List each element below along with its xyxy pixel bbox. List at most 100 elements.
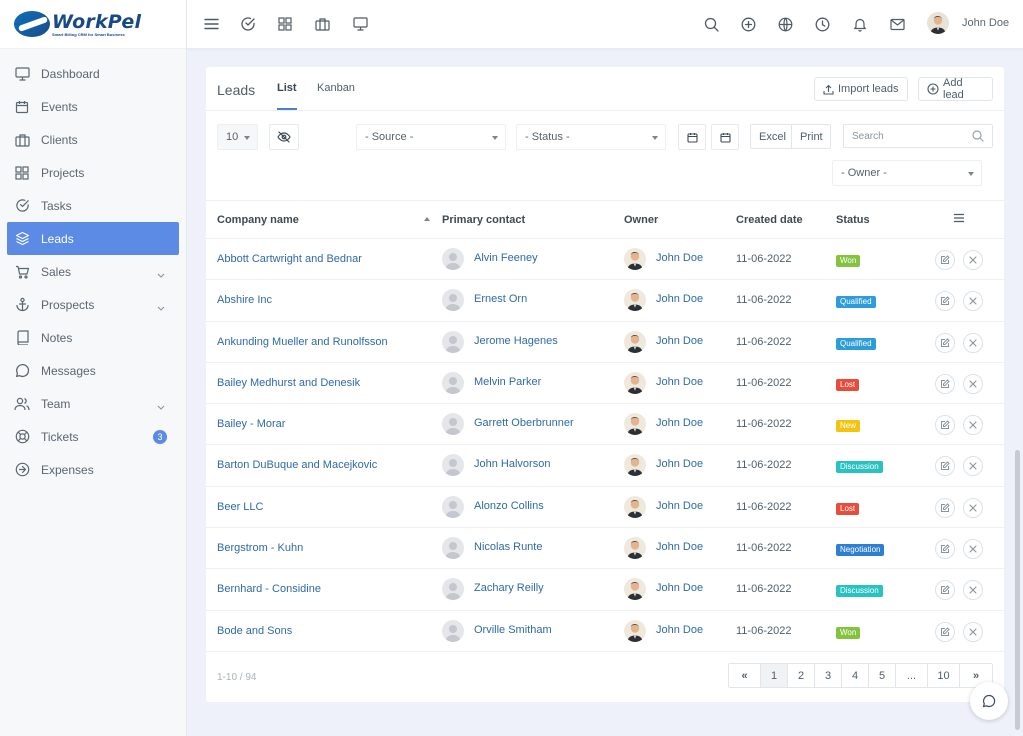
chat-button[interactable] [970,682,1008,720]
menu-toggle-icon[interactable] [202,15,220,33]
sidebar-item-tasks[interactable]: Tasks [7,189,179,222]
source-select[interactable]: - Source - [356,124,506,150]
primary-contact-link[interactable]: Garrett Oberbrunner [474,417,574,429]
edit-icon[interactable] [935,373,955,394]
company-name-link[interactable]: Abbott Cartwright and Bednar [217,253,362,265]
add-circle-icon[interactable] [739,15,757,33]
primary-contact-link[interactable]: Alonzo Collins [474,500,544,512]
excel-button[interactable]: Excel [750,124,792,149]
col-contact-header[interactable]: Primary contact [442,214,525,226]
edit-icon[interactable] [935,291,955,312]
company-name-link[interactable]: Bergstrom - Kuhn [217,542,303,554]
projects-grid-icon[interactable] [276,15,294,33]
sidebar-item-clients[interactable]: Clients [7,123,179,156]
search-input[interactable] [844,130,972,142]
column-options-icon[interactable] [953,213,965,226]
edit-icon[interactable] [935,580,955,601]
company-name-link[interactable]: Bailey - Morar [217,418,285,430]
owner-link[interactable]: John Doe [656,458,703,470]
owner-link[interactable]: John Doe [656,624,703,636]
edit-icon[interactable] [935,332,955,353]
primary-contact-link[interactable]: Jerome Hagenes [474,335,558,347]
page-scrollbar[interactable] [1015,450,1020,730]
delete-icon[interactable] [963,291,983,312]
owner-link[interactable]: John Doe [656,293,703,305]
start-date-picker[interactable] [678,124,706,150]
tasks-check-icon[interactable] [239,15,257,33]
primary-contact-link[interactable]: Zachary Reilly [474,582,544,594]
primary-contact-link[interactable]: Nicolas Runte [474,541,542,553]
company-name-link[interactable]: Barton DuBuque and Macejkovic [217,459,377,471]
bell-icon[interactable] [851,15,869,33]
edit-icon[interactable] [935,250,955,270]
owner-select[interactable]: - Owner - [832,160,982,186]
edit-icon[interactable] [935,621,955,642]
import-leads-button[interactable]: Import leads [814,77,908,101]
company-name-link[interactable]: Beer LLC [217,501,263,513]
delete-icon[interactable] [963,621,983,642]
page-size-select[interactable]: 10 [217,124,258,150]
sidebar-item-prospects[interactable]: Prospects [7,288,179,321]
page-5-button[interactable]: 5 [869,664,896,687]
company-name-link[interactable]: Bailey Medhurst and Denesik [217,377,360,389]
page-1-button[interactable]: 1 [761,664,788,687]
owner-link[interactable]: John Doe [656,335,703,347]
user-name[interactable]: John Doe [962,17,1009,29]
delete-icon[interactable] [963,580,983,601]
col-owner-header[interactable]: Owner [624,214,658,226]
delete-icon[interactable] [963,456,983,477]
search-icon[interactable] [702,15,720,33]
sidebar-item-tickets[interactable]: Tickets 3 [7,420,179,453]
edit-icon[interactable] [935,539,955,560]
page-2-button[interactable]: 2 [788,664,815,687]
edit-icon[interactable] [935,456,955,477]
delete-icon[interactable] [963,415,983,436]
company-name-link[interactable]: Ankunding Mueller and Runolfsson [217,336,388,348]
owner-link[interactable]: John Doe [656,541,703,553]
owner-link[interactable]: John Doe [656,417,703,429]
add-lead-button[interactable]: Add lead [918,77,993,101]
user-avatar[interactable] [927,12,949,34]
col-created-header[interactable]: Created date [736,214,803,226]
owner-link[interactable]: John Doe [656,582,703,594]
page-10-button[interactable]: 10 [928,664,960,687]
primary-contact-link[interactable]: Orville Smitham [474,624,552,636]
globe-icon[interactable] [776,15,794,33]
delete-icon[interactable] [963,539,983,560]
page-3-button[interactable]: 3 [815,664,842,687]
sidebar-item-projects[interactable]: Projects [7,156,179,189]
sidebar-item-dashboard[interactable]: Dashboard [7,57,179,90]
sidebar-item-messages[interactable]: Messages [7,354,179,387]
edit-icon[interactable] [935,415,955,436]
delete-icon[interactable] [963,373,983,394]
sidebar-item-leads[interactable]: Leads [7,222,179,255]
brand-logo[interactable]: WorkPel Smart Billing CRM for Smart Busi… [0,0,186,49]
owner-link[interactable]: John Doe [656,376,703,388]
owner-link[interactable]: John Doe [656,500,703,512]
monitor-icon[interactable] [351,15,369,33]
edit-icon[interactable] [935,497,955,518]
owner-link[interactable]: John Doe [656,252,703,264]
col-company-header[interactable]: Company name [217,214,299,226]
search-icon[interactable] [972,130,984,142]
sidebar-item-expenses[interactable]: Expenses [7,453,179,486]
briefcase-icon[interactable] [313,15,331,33]
sidebar-item-team[interactable]: Team [7,387,179,420]
company-name-link[interactable]: Bernhard - Considine [217,583,321,595]
delete-icon[interactable] [963,250,983,270]
tab-kanban[interactable]: Kanban [317,82,355,108]
company-name-link[interactable]: Bode and Sons [217,625,292,637]
delete-icon[interactable] [963,332,983,353]
print-button[interactable]: Print [791,124,831,149]
sidebar-item-sales[interactable]: Sales [7,255,179,288]
col-status-header[interactable]: Status [836,214,870,226]
tab-list[interactable]: List [277,82,297,110]
sidebar-item-notes[interactable]: Notes [7,321,179,354]
primary-contact-link[interactable]: Melvin Parker [474,376,541,388]
end-date-picker[interactable] [711,124,739,150]
hide-columns-button[interactable] [269,124,299,150]
primary-contact-link[interactable]: Alvin Feeney [474,252,538,264]
sort-asc-icon[interactable] [424,217,430,221]
delete-icon[interactable] [963,497,983,518]
primary-contact-link[interactable]: John Halvorson [474,458,550,470]
